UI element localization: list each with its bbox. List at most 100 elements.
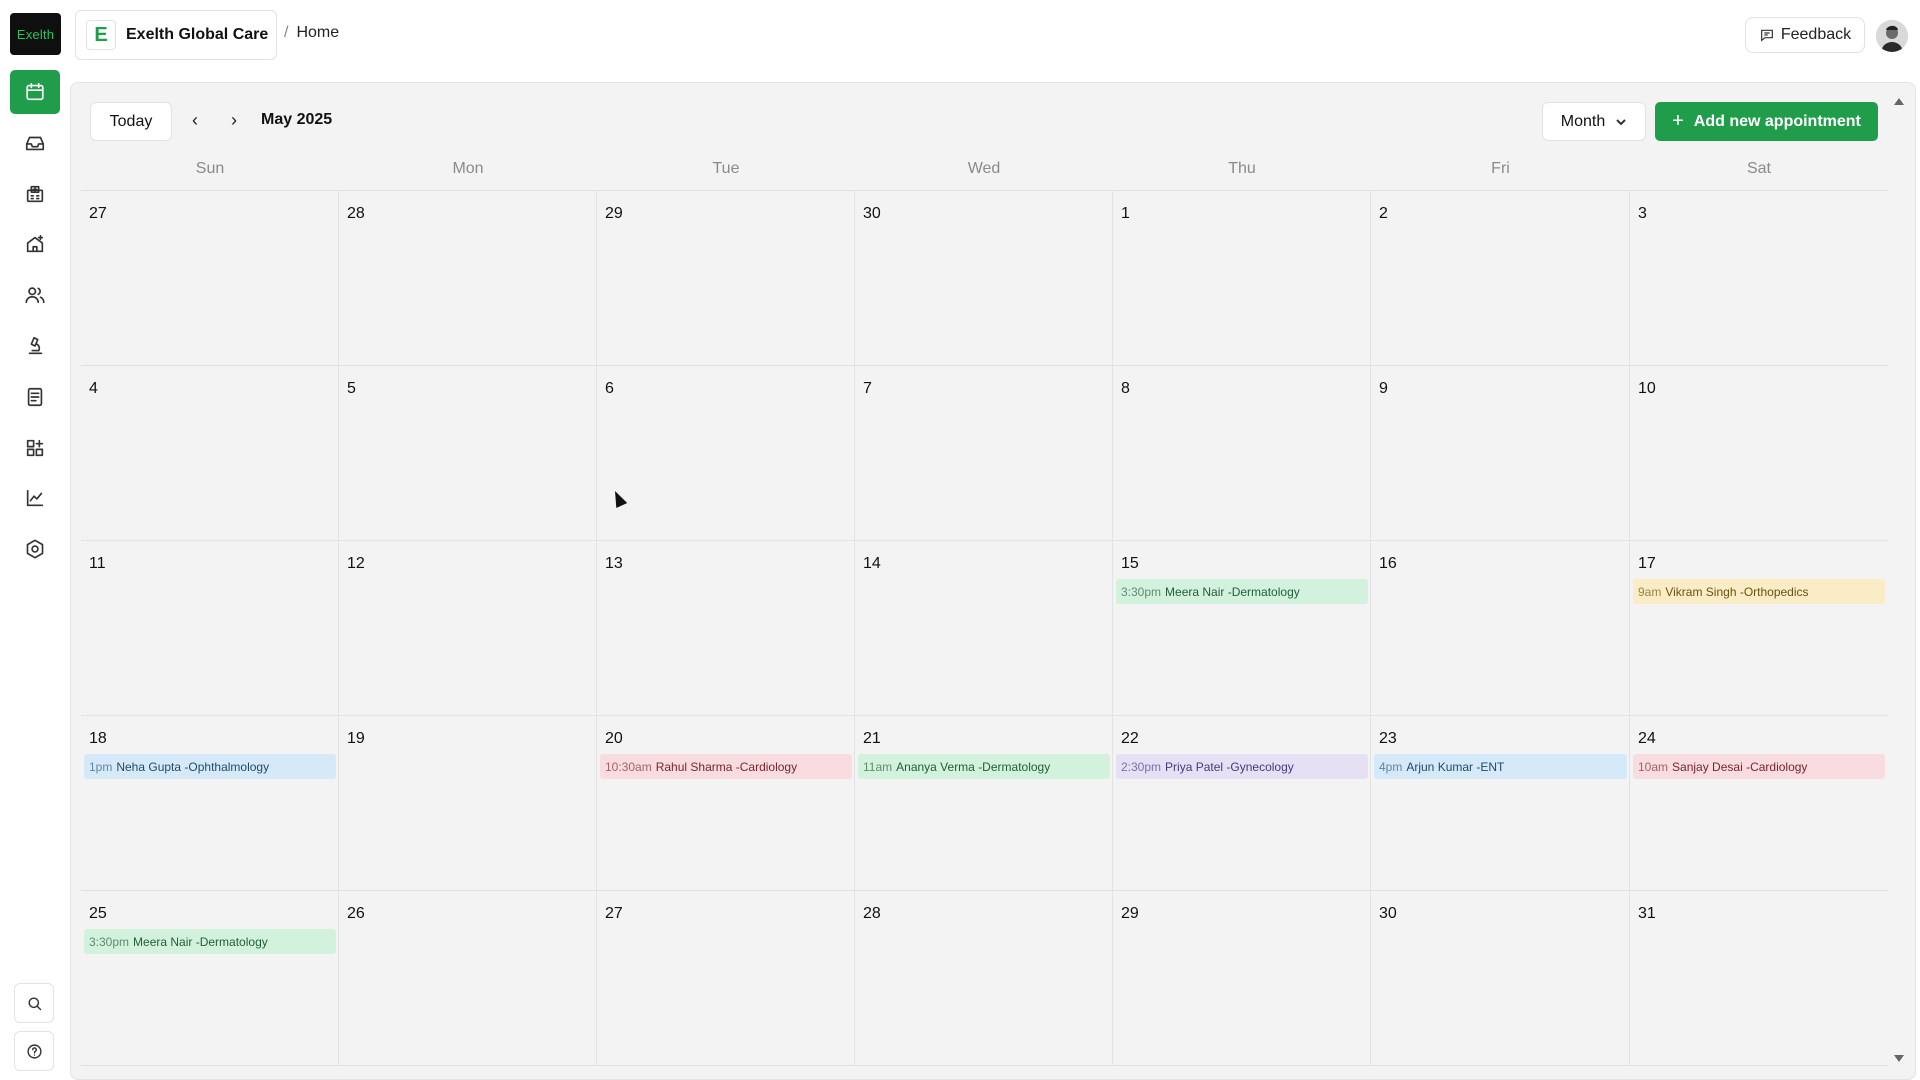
day-cell[interactable]: 25 3:30pm Meera Nair -Dermatology [81, 891, 339, 1066]
day-cell[interactable]: 14 [855, 541, 1113, 716]
day-cell[interactable]: 10 [1630, 366, 1888, 541]
day-number: 24 [1638, 730, 1656, 747]
modules-nav-button[interactable] [10, 426, 60, 470]
today-button[interactable]: Today [90, 102, 172, 141]
day-number: 16 [1379, 555, 1397, 572]
day-number: 22 [1121, 730, 1139, 747]
day-cell[interactable]: 7 [855, 366, 1113, 541]
appointment-title: Rahul Sharma -Cardiology [655, 759, 798, 774]
day-cell[interactable]: 22 2:30pm Priya Patel -Gynecology [1113, 716, 1371, 891]
scroll-down-arrow[interactable] [1894, 1055, 1904, 1062]
day-number: 19 [347, 730, 365, 747]
day-cell[interactable]: 29 [1113, 891, 1371, 1066]
breadcrumb-home[interactable]: Home [296, 24, 339, 42]
day-cell[interactable]: 11 [81, 541, 339, 716]
day-number: 28 [863, 905, 881, 922]
day-cell[interactable]: 13 [597, 541, 855, 716]
appointment-event[interactable]: 4pm Arjun Kumar -ENT [1374, 754, 1627, 779]
day-cell[interactable]: 27 [81, 191, 339, 366]
users-nav-button[interactable] [10, 273, 60, 317]
documents-nav-button[interactable] [10, 375, 60, 419]
day-cell[interactable]: 16 [1371, 541, 1630, 716]
day-cell[interactable]: 31 [1630, 891, 1888, 1066]
app-logo[interactable]: Exelth [10, 13, 61, 55]
day-number: 10 [1638, 380, 1656, 397]
day-number: 29 [1121, 905, 1139, 922]
day-cell[interactable]: 30 [1371, 891, 1630, 1066]
calendar-nav-button[interactable] [10, 70, 60, 114]
appointment-time: 11am [863, 759, 893, 774]
appointment-event[interactable]: 10:30am Rahul Sharma -Cardiology [600, 754, 852, 779]
day-cell[interactable]: 17 9am Vikram Singh -Orthopedics [1630, 541, 1888, 716]
day-cell[interactable]: 23 4pm Arjun Kumar -ENT [1371, 716, 1630, 891]
inbox-icon [25, 136, 45, 151]
help-button[interactable] [14, 1031, 54, 1071]
day-number: 6 [605, 380, 614, 397]
day-number: 12 [347, 555, 365, 572]
user-avatar[interactable] [1876, 20, 1908, 52]
day-cell[interactable]: 2 [1371, 191, 1630, 366]
appointment-event[interactable]: 9am Vikram Singh -Orthopedics [1633, 579, 1885, 604]
day-cell[interactable]: 27 [597, 891, 855, 1066]
day-cell[interactable]: 15 3:30pm Meera Nair -Dermatology [1113, 541, 1371, 716]
day-cell[interactable]: 12 [339, 541, 597, 716]
appointment-event[interactable]: 10am Sanjay Desai -Cardiology [1633, 754, 1885, 779]
clinic-nav-button[interactable] [10, 222, 60, 266]
day-cell[interactable]: 19 [339, 716, 597, 891]
weekday-label: Fri [1491, 160, 1510, 177]
day-cell[interactable]: 29 [597, 191, 855, 366]
appointment-event[interactable]: 11am Ananya Verma -Dermatology [858, 754, 1110, 779]
settings-nav-button[interactable] [10, 527, 60, 571]
day-cell[interactable]: 26 [339, 891, 597, 1066]
day-number: 9 [1379, 380, 1388, 397]
day-number: 30 [863, 205, 881, 222]
organization-switcher[interactable]: E Exelth Global Care [75, 10, 277, 60]
day-cell[interactable]: 6 [597, 366, 855, 541]
search-button[interactable] [14, 983, 54, 1023]
brand-logo: E [86, 20, 116, 50]
inbox-nav-button[interactable] [10, 121, 60, 165]
appointment-title: Neha Gupta -Ophthalmology [116, 759, 270, 774]
appointment-time: 3:30pm [89, 934, 130, 949]
day-cell[interactable]: 24 10am Sanjay Desai -Cardiology [1630, 716, 1888, 891]
hospital-icon [26, 185, 44, 203]
appointment-event[interactable]: 2:30pm Priya Patel -Gynecology [1116, 754, 1368, 779]
view-mode-select[interactable]: Month [1542, 102, 1646, 141]
weekday-label: Tue [712, 160, 740, 177]
lab-nav-button[interactable] [10, 324, 60, 368]
appointment-event[interactable]: 1pm Neha Gupta -Ophthalmology [84, 754, 336, 779]
day-number: 30 [1379, 905, 1397, 922]
day-cell[interactable]: 8 [1113, 366, 1371, 541]
sidebar: Exelth [0, 0, 70, 1080]
day-number: 18 [89, 730, 107, 747]
hospital-nav-button[interactable] [10, 172, 60, 216]
message-icon [1760, 29, 1773, 42]
appointment-event[interactable]: 3:30pm Meera Nair -Dermatology [84, 929, 336, 954]
day-cell[interactable]: 9 [1371, 366, 1630, 541]
day-cell[interactable]: 5 [339, 366, 597, 541]
appointment-event[interactable]: 3:30pm Meera Nair -Dermatology [1116, 579, 1368, 604]
appointment-time: 3:30pm [1121, 584, 1162, 599]
day-cell[interactable]: 3 [1630, 191, 1888, 366]
settings-hex-icon [26, 539, 44, 559]
day-cell[interactable]: 4 [81, 366, 339, 541]
day-cell[interactable]: 30 [855, 191, 1113, 366]
day-number: 26 [347, 905, 365, 922]
previous-month-button[interactable]: ‹ [192, 110, 198, 131]
next-month-button[interactable]: › [231, 110, 237, 131]
scroll-up-arrow[interactable] [1894, 98, 1904, 105]
calendar-scrollbar[interactable] [1892, 92, 1906, 1068]
day-cell[interactable]: 20 10:30am Rahul Sharma -Cardiology [597, 716, 855, 891]
day-cell[interactable]: 28 [339, 191, 597, 366]
day-number: 21 [863, 730, 881, 747]
day-cell[interactable]: 21 11am Ananya Verma -Dermatology [855, 716, 1113, 891]
day-cell[interactable]: 28 [855, 891, 1113, 1066]
day-cell[interactable]: 18 1pm Neha Gupta -Ophthalmology [81, 716, 339, 891]
feedback-button[interactable]: Feedback [1745, 17, 1865, 53]
day-number: 15 [1121, 555, 1139, 572]
add-appointment-button[interactable]: + Add new appointment [1655, 102, 1878, 141]
analytics-nav-button[interactable] [10, 476, 60, 520]
day-number: 1 [1121, 205, 1130, 222]
day-cell[interactable]: 1 [1113, 191, 1371, 366]
month-grid: 27 28 29 30 1 2 3 4 5 6 7 8 9 10 11 12 13 14 15 3:30pm Meera… [81, 190, 1888, 1067]
